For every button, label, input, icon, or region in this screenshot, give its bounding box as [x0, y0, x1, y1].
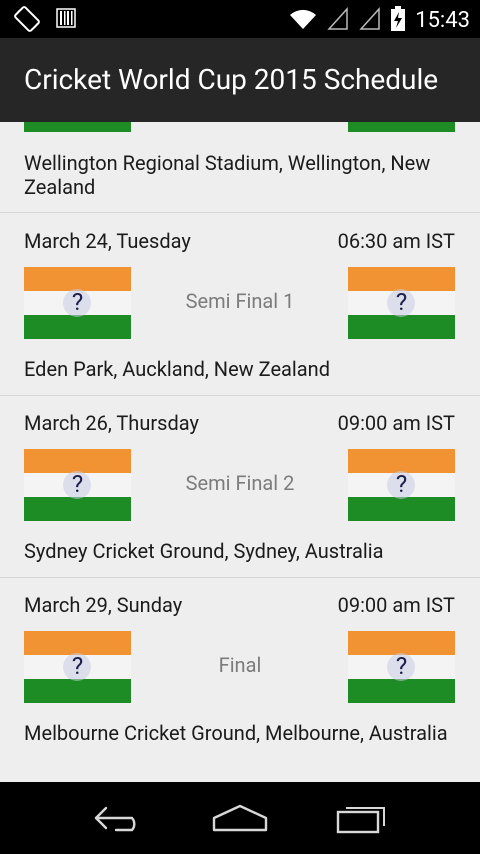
status-bar: 15:43	[0, 0, 480, 38]
match-venue: Melbourne Cricket Ground, Melbourne, Aus…	[24, 721, 448, 745]
team-name: ?	[71, 652, 84, 680]
match-round: Semi Final 1	[185, 289, 295, 313]
schedule-list[interactable]: Wellington Regional Stadium, Wellington,…	[0, 122, 480, 782]
back-icon[interactable]	[92, 800, 148, 840]
match-date: March 26, Thursday	[24, 411, 199, 435]
barcode-icon	[56, 6, 76, 36]
match-time: 06:30 am IST	[337, 229, 455, 253]
match-venue: Wellington Regional Stadium, Wellington,…	[24, 151, 431, 199]
team-flag-right: ?	[348, 267, 455, 339]
home-icon[interactable]	[211, 800, 269, 840]
team-flag-left: ?	[24, 449, 131, 521]
team-flag	[348, 122, 455, 132]
list-item[interactable]: March 26, Thursday 09:00 am IST ? Semi F…	[0, 395, 480, 578]
match-venue: Sydney Cricket Ground, Sydney, Australia	[24, 539, 384, 563]
screen-rotation-icon	[14, 6, 40, 36]
list-item[interactable]: Wellington Regional Stadium, Wellington,…	[0, 122, 480, 213]
match-venue: Eden Park, Auckland, New Zealand	[24, 357, 330, 381]
team-name: ?	[395, 288, 408, 316]
match-round: Final	[218, 653, 262, 677]
team-flag-left: ?	[24, 631, 131, 703]
team-name: ?	[71, 288, 84, 316]
team-flag-right: ?	[348, 449, 455, 521]
team-flag	[24, 122, 131, 132]
list-item[interactable]: March 29, Sunday 09:00 am IST ? Final ? …	[0, 577, 480, 782]
match-date: March 24, Tuesday	[24, 229, 191, 253]
action-bar: Cricket World Cup 2015 Schedule	[0, 38, 480, 122]
clock: 15:43	[415, 8, 470, 33]
match-time: 09:00 am IST	[337, 593, 455, 617]
team-name: ?	[71, 470, 84, 498]
signal-icon	[327, 7, 349, 35]
signal-icon	[359, 7, 381, 35]
match-time: 09:00 am IST	[337, 411, 455, 435]
wifi-icon	[289, 7, 317, 35]
team-flag-left: ?	[24, 267, 131, 339]
team-name: ?	[395, 652, 408, 680]
list-item[interactable]: March 24, Tuesday 06:30 am IST ? Semi Fi…	[0, 213, 480, 396]
recent-apps-icon[interactable]	[334, 800, 390, 840]
battery-charging-icon	[391, 6, 406, 36]
app-title: Cricket World Cup 2015 Schedule	[24, 63, 439, 96]
team-flag-right: ?	[348, 631, 455, 703]
navigation-bar	[0, 782, 480, 854]
team-name: ?	[395, 470, 408, 498]
match-round: Semi Final 2	[185, 471, 295, 495]
match-date: March 29, Sunday	[24, 593, 183, 617]
